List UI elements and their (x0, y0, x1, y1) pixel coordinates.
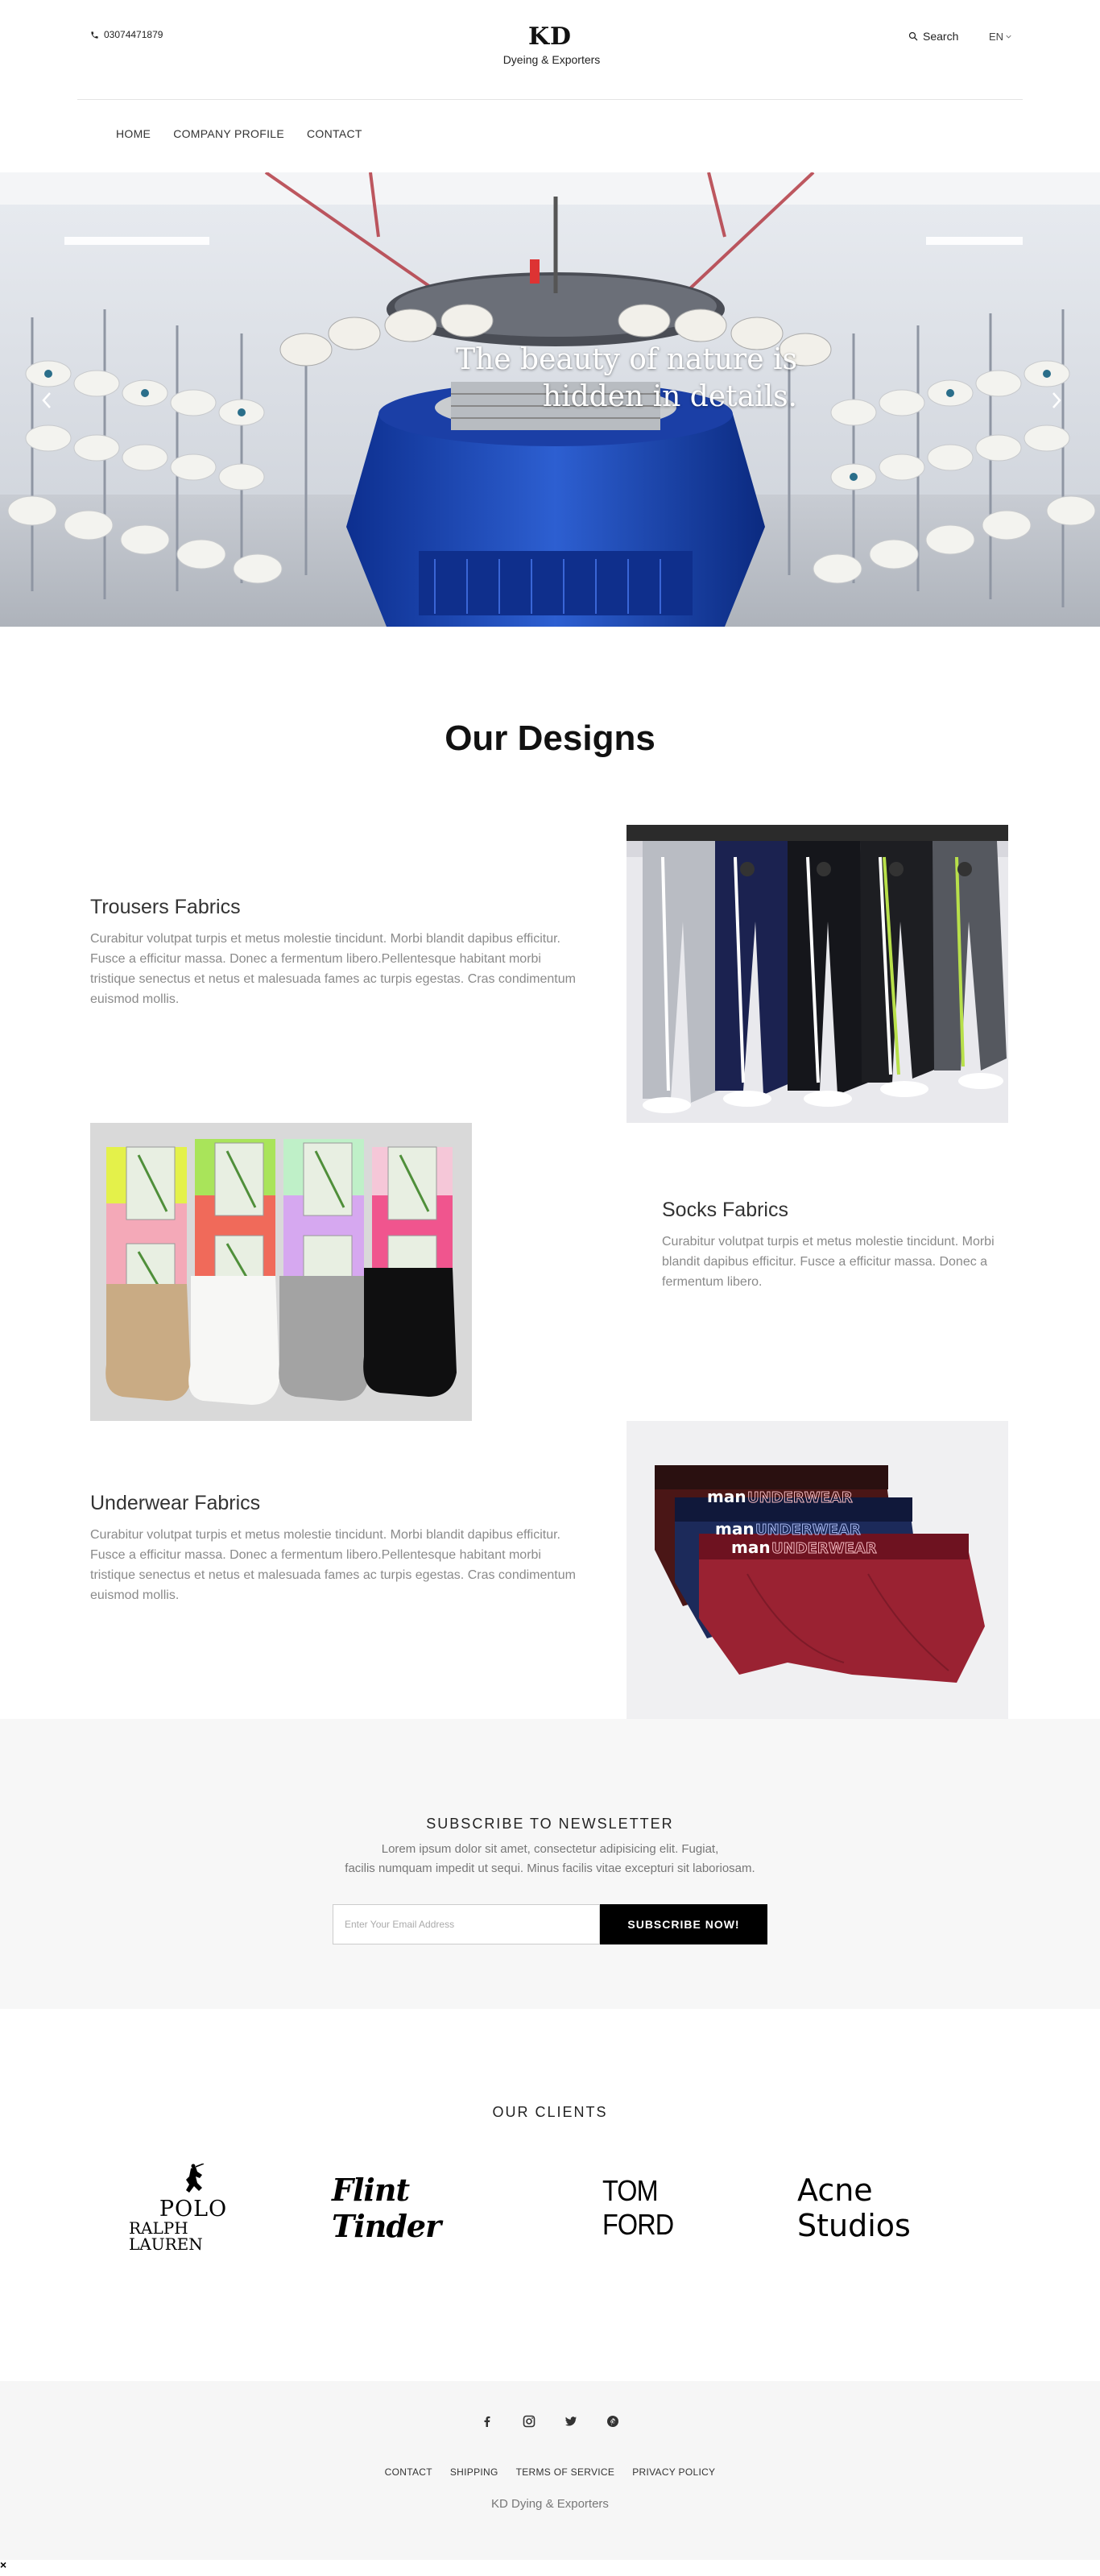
hero-caption-line1: The beauty of nature is (456, 343, 797, 376)
design-socks-title: Socks Fabrics (662, 1199, 788, 1221)
designs-title: Our Designs (445, 719, 655, 758)
footer-link-shipping[interactable]: SHIPPING (450, 2466, 498, 2478)
underwear-image: man UNDERWEAR man UNDERWEAR man UNDERWEA… (627, 1421, 1008, 1719)
underwear-band-text-2: UNDERWEAR (755, 1522, 861, 1539)
client-logo-flint-tinder: Flint Tinder (332, 2172, 441, 2244)
design-underwear-text: Underwear Fabrics Curabitur volutpat tur… (90, 1492, 581, 1605)
chevron-down-icon (1006, 35, 1011, 39)
design-trousers-title: Trousers Fabrics (90, 896, 241, 918)
trousers-image (627, 825, 1008, 1123)
social-links (0, 2415, 1100, 2428)
polo-text: POLO (159, 2197, 228, 2222)
design-socks-text: Socks Fabrics Curabitur volutpat turpis … (662, 1199, 1008, 1292)
close-icon[interactable]: × (0, 2558, 6, 2571)
copyright-text: KD Dying & Exporters (491, 2497, 609, 2511)
client-logo-polo: POLO RALPH LAUREN (129, 2164, 258, 2252)
design-underwear-title: Underwear Fabrics (90, 1492, 261, 1514)
nav-list: HOME COMPANY PROFILE CONTACT (116, 127, 362, 140)
underwear-band-text-1: UNDERWEAR (747, 1489, 853, 1506)
footer-link-terms[interactable]: TERMS OF SERVICE (516, 2466, 615, 2478)
main-nav: HOME COMPANY PROFILE CONTACT (0, 100, 1100, 172)
hero-caption: The beauty of nature is hidden in detail… (419, 342, 797, 416)
newsletter-section: SUBSCRIBE TO NEWSLETTER Lorem ipsum dolo… (0, 1719, 1100, 2009)
search-label: Search (923, 30, 959, 43)
underwear-illustration: man UNDERWEAR man UNDERWEAR man UNDERWEA… (627, 1421, 1008, 1719)
hero-slider: The beauty of nature is hidden in detail… (0, 172, 1100, 627)
slider-prev-button[interactable] (37, 388, 56, 412)
underwear-band-text-3: UNDERWEAR (771, 1540, 877, 1557)
logo-subtitle: Dyeing & Exporters (502, 53, 601, 66)
polo-player-icon (186, 2164, 205, 2193)
site-header: 03074471879 KD Dyeing & Exporters Search… (0, 0, 1100, 100)
clients-title: OUR CLIENTS (492, 2104, 608, 2120)
language-value: EN (989, 31, 1004, 43)
nav-item-contact[interactable]: CONTACT (307, 127, 362, 140)
design-socks-desc: Curabitur volutpat turpis et metus moles… (662, 1235, 995, 1289)
newsletter-desc-line2: facilis numquam impedit ut sequi. Minus … (345, 1862, 755, 1875)
socks-illustration (90, 1123, 472, 1421)
newsletter-description: Lorem ipsum dolor sit amet, consectetur … (0, 1840, 1100, 1878)
newsletter-desc-line1: Lorem ipsum dolor sit amet, consectetur … (381, 1842, 719, 1856)
ralph-lauren-text: RALPH LAUREN (129, 2218, 203, 2254)
underwear-brand-2: man (715, 1519, 755, 1539)
design-trousers-desc: Curabitur volutpat turpis et metus moles… (90, 932, 576, 1006)
underwear-brand-3: man (731, 1538, 771, 1557)
language-selector[interactable]: EN (989, 31, 1011, 43)
footer-link-privacy[interactable]: PRIVACY POLICY (632, 2466, 715, 2478)
footer-links: CONTACT SHIPPING TERMS OF SERVICE PRIVAC… (0, 2466, 1100, 2478)
pinterest-icon[interactable] (606, 2415, 619, 2428)
newsletter-form: SUBSCRIBE NOW! (333, 1904, 767, 1944)
socks-image (90, 1123, 472, 1421)
slider-next-button[interactable] (1047, 388, 1066, 412)
trousers-illustration (627, 825, 1008, 1123)
email-field[interactable] (333, 1904, 600, 1944)
nav-item-home[interactable]: HOME (116, 127, 151, 140)
chevron-left-icon (42, 392, 51, 408)
subscribe-button[interactable]: SUBSCRIBE NOW! (600, 1904, 767, 1944)
footer-link-contact[interactable]: CONTACT (385, 2466, 432, 2478)
design-trousers-text: Trousers Fabrics Curabitur volutpat turp… (90, 896, 581, 1009)
search-icon (908, 31, 918, 41)
underwear-brand-1: man (707, 1487, 746, 1506)
nav-item-company-profile[interactable]: COMPANY PROFILE (173, 127, 284, 140)
newsletter-title: SUBSCRIBE TO NEWSLETTER (426, 1816, 674, 1832)
instagram-icon[interactable] (523, 2415, 536, 2428)
design-underwear-desc: Curabitur volutpat turpis et metus moles… (90, 1528, 576, 1602)
twitter-icon[interactable] (564, 2415, 577, 2428)
client-logo-tom-ford: TOM FORD (602, 2174, 674, 2241)
hero-caption-line2: hidden in details. (542, 380, 797, 413)
site-footer: CONTACT SHIPPING TERMS OF SERVICE PRIVAC… (0, 2381, 1100, 2560)
facebook-icon[interactable] (481, 2415, 494, 2428)
search-button[interactable]: Search (908, 30, 958, 43)
client-logo-acne-studios: Acne Studios (797, 2172, 911, 2243)
chevron-right-icon (1052, 392, 1061, 408)
